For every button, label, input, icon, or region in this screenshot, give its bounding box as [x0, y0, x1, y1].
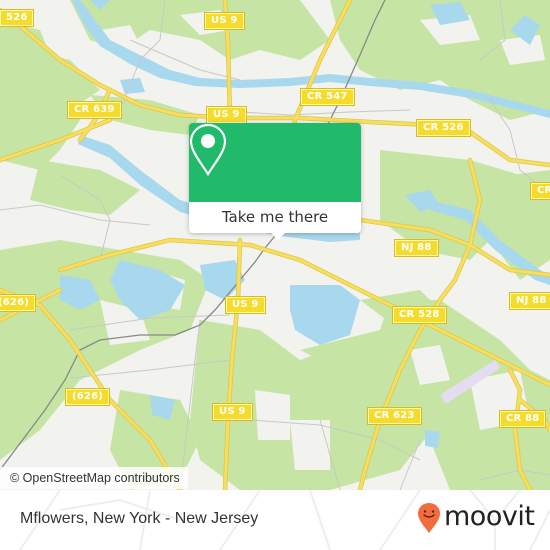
- road-label: 526: [0, 9, 35, 27]
- map-pin-icon: [189, 123, 227, 177]
- take-me-there-button[interactable]: Take me there: [189, 202, 361, 233]
- moovit-pin-smile-icon: [418, 503, 440, 533]
- map-attribution[interactable]: © OpenStreetMap contributors: [0, 467, 188, 489]
- road-label: CR 639: [67, 101, 122, 119]
- road-label: US 9: [212, 403, 253, 421]
- map-canvas: [0, 0, 550, 490]
- road-label: CR 547: [300, 88, 355, 106]
- road-label: CR 88: [498, 410, 547, 428]
- road-label: NJ 88: [509, 292, 550, 310]
- road-label: NJ 88: [394, 239, 439, 257]
- map-view[interactable]: 526 US 9 CR 639 US 9 CR 547 CR 526 CR NJ…: [0, 0, 550, 490]
- road-label: CR 528: [392, 306, 447, 324]
- road-label: CR 623: [367, 407, 422, 425]
- popup-arrow: [269, 231, 287, 240]
- road-label: (626): [0, 294, 37, 312]
- road-label: CR: [529, 182, 550, 200]
- footer-bar: Mflowers, New York - New Jersey moovit: [0, 490, 550, 550]
- location-popup: Take me there: [189, 123, 361, 240]
- road-label: US 9: [225, 296, 266, 314]
- road-label: US 9: [206, 106, 247, 124]
- road-label: (626): [64, 388, 111, 406]
- moovit-logo[interactable]: moovit: [417, 500, 535, 536]
- popup-header: [189, 123, 361, 202]
- road-label: US 9: [204, 12, 245, 30]
- road-label: CR 526: [416, 119, 471, 137]
- moovit-wordmark: moovit: [444, 500, 535, 532]
- location-title: Mflowers, New York - New Jersey: [20, 510, 259, 527]
